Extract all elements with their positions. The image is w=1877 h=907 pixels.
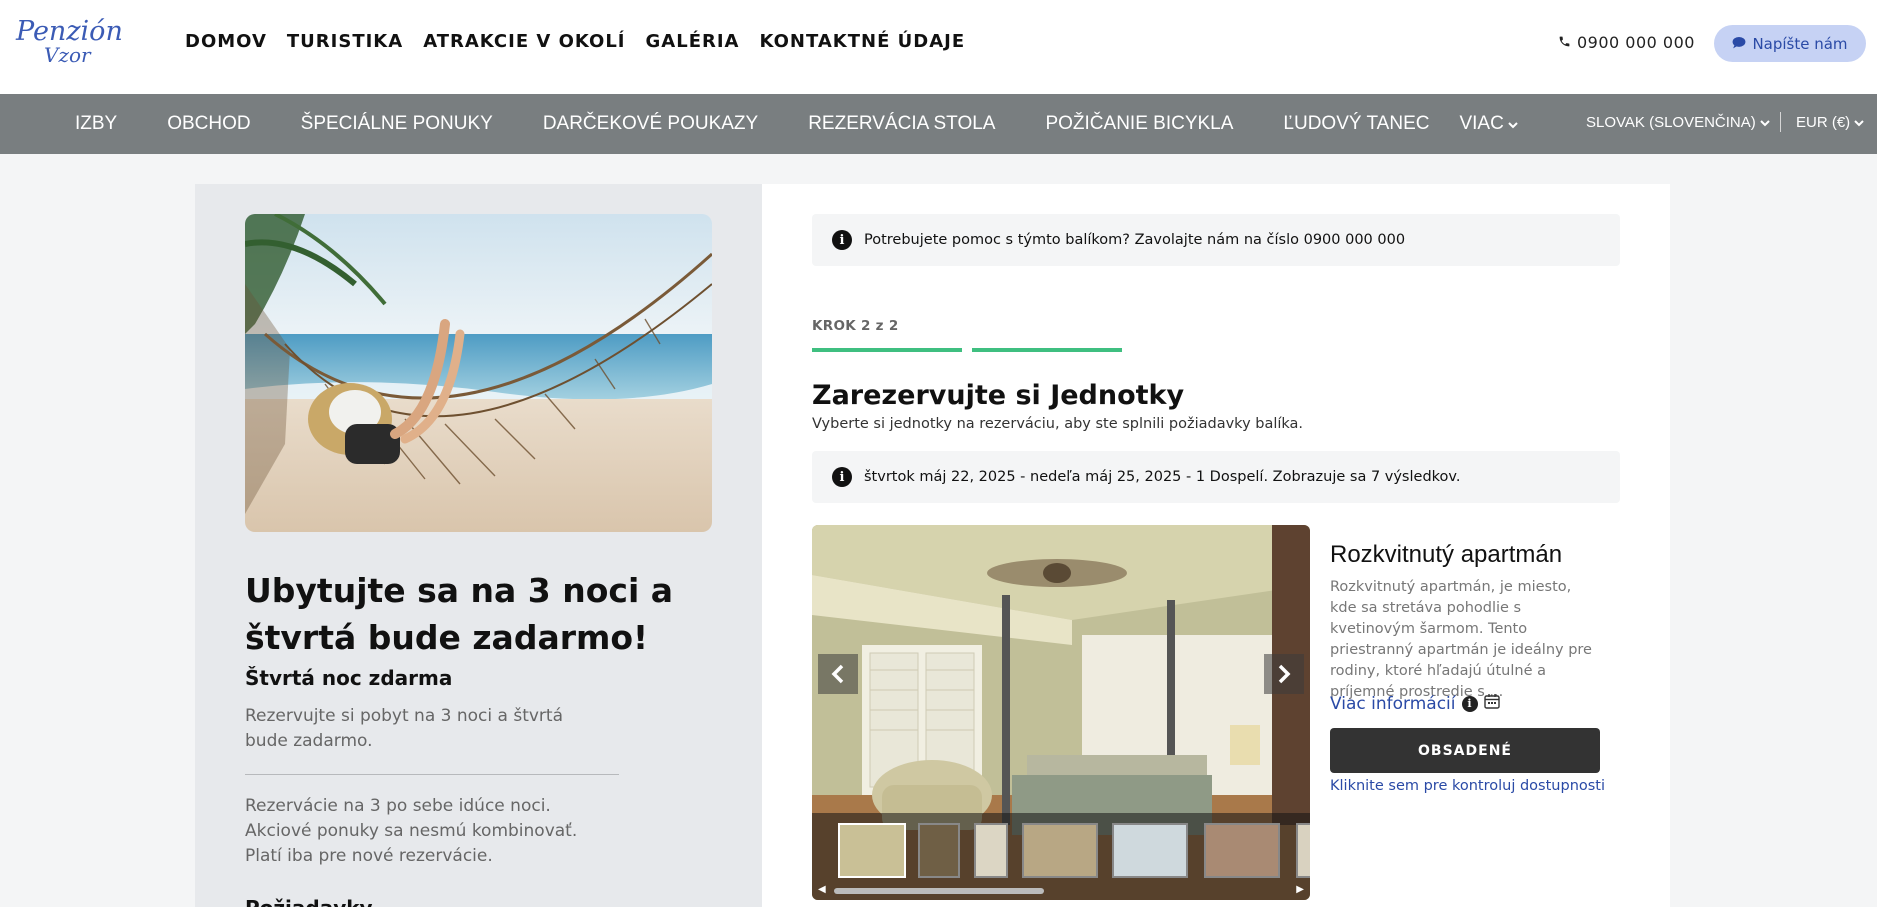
top-header: Penzión Vzor DOMOV TURISTIKA ATRAKCIE V … (0, 0, 1877, 94)
subnav-obchod[interactable]: OBCHOD (167, 113, 250, 135)
requirements-heading: Požiadavky (245, 896, 373, 907)
date-summary-text: štvrtok máj 22, 2025 - nedeľa máj 25, 20… (864, 469, 1461, 485)
chat-bubble-icon (1732, 35, 1746, 53)
offer-description: Rezervujte si pobyt na 3 noci a štvrtá b… (245, 706, 564, 751)
unit-name: Rozkvitnutý apartmán (1330, 541, 1563, 568)
write-us-label: Napíšte nám (1752, 34, 1848, 53)
calendar-icon[interactable] (1483, 693, 1500, 714)
lang-currency-divider (1780, 112, 1781, 132)
chevron-down-icon (1854, 114, 1864, 131)
logo[interactable]: Penzión Vzor (14, 14, 124, 67)
gallery-thumbnail[interactable] (1204, 823, 1280, 878)
booking-title: Zarezervujte si Jednotky (812, 380, 1185, 411)
currency-label: EUR (€) (1796, 114, 1851, 131)
gallery-thumbnail[interactable] (1112, 823, 1188, 878)
gallery-thumbnail[interactable] (918, 823, 960, 878)
subnav-rezervacia-stola[interactable]: REZERVÁCIA STOLA (808, 113, 995, 135)
gallery-thumbnail[interactable] (1296, 823, 1310, 878)
subnav-ludovy-tanec[interactable]: ĽUDOVÝ TANEC (1283, 113, 1429, 135)
language-select[interactable]: SLOVAK (SLOVENČINA) (1586, 114, 1770, 131)
chevron-down-icon (1508, 113, 1518, 135)
offer-subtitle: Štvrtá noc zdarma (245, 666, 453, 690)
offer-divider (245, 774, 619, 775)
booking-panel: i Potrebujete pomoc s týmto balíkom? Zav… (762, 184, 1670, 907)
gallery-scrollbar[interactable]: ◀ ▶ (818, 884, 1304, 895)
nav-galeria[interactable]: GALÉRIA (646, 31, 740, 52)
phone-icon (1558, 33, 1571, 52)
offer-terms: Rezervácie na 3 po sebe idúce noci. Akci… (245, 796, 578, 866)
gallery-thumbnail[interactable] (1022, 823, 1098, 878)
offer-hero-image (245, 214, 712, 532)
unit-description: Rozkvitnutý apartmán, je miesto, kde sa … (1330, 579, 1592, 700)
scroll-right-icon[interactable]: ▶ (1296, 884, 1304, 895)
main-nav: DOMOV TURISTIKA ATRAKCIE V OKOLÍ GALÉRIA… (185, 31, 965, 52)
scroll-left-icon[interactable]: ◀ (818, 884, 826, 895)
nav-domov[interactable]: DOMOV (185, 31, 267, 52)
info-icon: i (832, 467, 852, 487)
svg-text:Vzor: Vzor (44, 43, 92, 66)
occupied-button[interactable]: OBSADENÉ (1330, 728, 1600, 773)
date-summary: i štvrtok máj 22, 2025 - nedeľa máj 25, … (812, 451, 1620, 503)
phone-link[interactable]: 0900 000 000 (1558, 33, 1695, 52)
gallery-scrollbar-thumb[interactable] (834, 888, 1044, 894)
step-indicator: KROK 2 z 2 (812, 318, 899, 334)
gallery-thumbnail[interactable] (974, 823, 1008, 878)
subnav-more-label: VIAC (1459, 113, 1504, 134)
phone-number: 0900 000 000 (1577, 33, 1695, 52)
offer-title: Ubytujte sa na 3 noci a štvrtá bude zada… (245, 571, 674, 657)
subnav-specialne-ponuky[interactable]: ŠPECIÁLNE PONUKY (301, 113, 493, 135)
chevron-down-icon (1760, 114, 1770, 131)
gallery-thumbnail-strip: ◀ ▶ (812, 813, 1310, 900)
more-info-label: Viac informácií (1330, 693, 1456, 714)
secondary-nav-bar: IZBY OBCHOD ŠPECIÁLNE PONUKY DARČEKOVÉ P… (0, 94, 1877, 154)
nav-atrakcie[interactable]: ATRAKCIE V OKOLÍ (423, 31, 625, 52)
currency-select[interactable]: EUR (€) (1796, 114, 1864, 131)
progress-segment-1 (812, 348, 962, 352)
more-info-link[interactable]: Viac informácií i (1330, 693, 1500, 714)
write-us-button[interactable]: Napíšte nám (1714, 25, 1866, 62)
subnav-izby[interactable]: IZBY (75, 113, 117, 135)
check-availability-link[interactable]: Kliknite sem pre kontroluj dostupnosti (1330, 778, 1605, 794)
offer-panel: Ubytujte sa na 3 noci a štvrtá bude zada… (195, 184, 762, 907)
subnav-more[interactable]: VIAC (1459, 113, 1518, 135)
booking-subtitle: Vyberte si jednotky na rezerváciu, aby s… (812, 416, 1304, 432)
info-icon: i (832, 230, 852, 250)
info-icon[interactable]: i (1461, 695, 1478, 712)
help-text: Potrebujete pomoc s týmto balíkom? Zavol… (864, 232, 1406, 248)
language-label: SLOVAK (SLOVENČINA) (1586, 114, 1756, 131)
chevron-right-icon (1278, 664, 1291, 684)
chevron-left-icon (831, 664, 844, 684)
nav-turistika[interactable]: TURISTIKA (287, 31, 403, 52)
nav-kontakt[interactable]: KONTAKTNÉ ÚDAJE (759, 31, 965, 52)
gallery-next-button[interactable] (1264, 654, 1304, 694)
secondary-nav: IZBY OBCHOD ŠPECIÁLNE PONUKY DARČEKOVÉ P… (75, 94, 1518, 154)
subnav-darcekove-poukazy[interactable]: DARČEKOVÉ POUKAZY (543, 113, 758, 135)
gallery-thumbnail[interactable] (838, 823, 906, 878)
unit-image-gallery[interactable]: ◀ ▶ (812, 525, 1310, 900)
subnav-pozicanie-bicykla[interactable]: POŽIČANIE BICYKLA (1045, 113, 1233, 135)
help-notice: i Potrebujete pomoc s týmto balíkom? Zav… (812, 214, 1620, 266)
gallery-prev-button[interactable] (818, 654, 858, 694)
progress-segment-2 (972, 348, 1122, 352)
